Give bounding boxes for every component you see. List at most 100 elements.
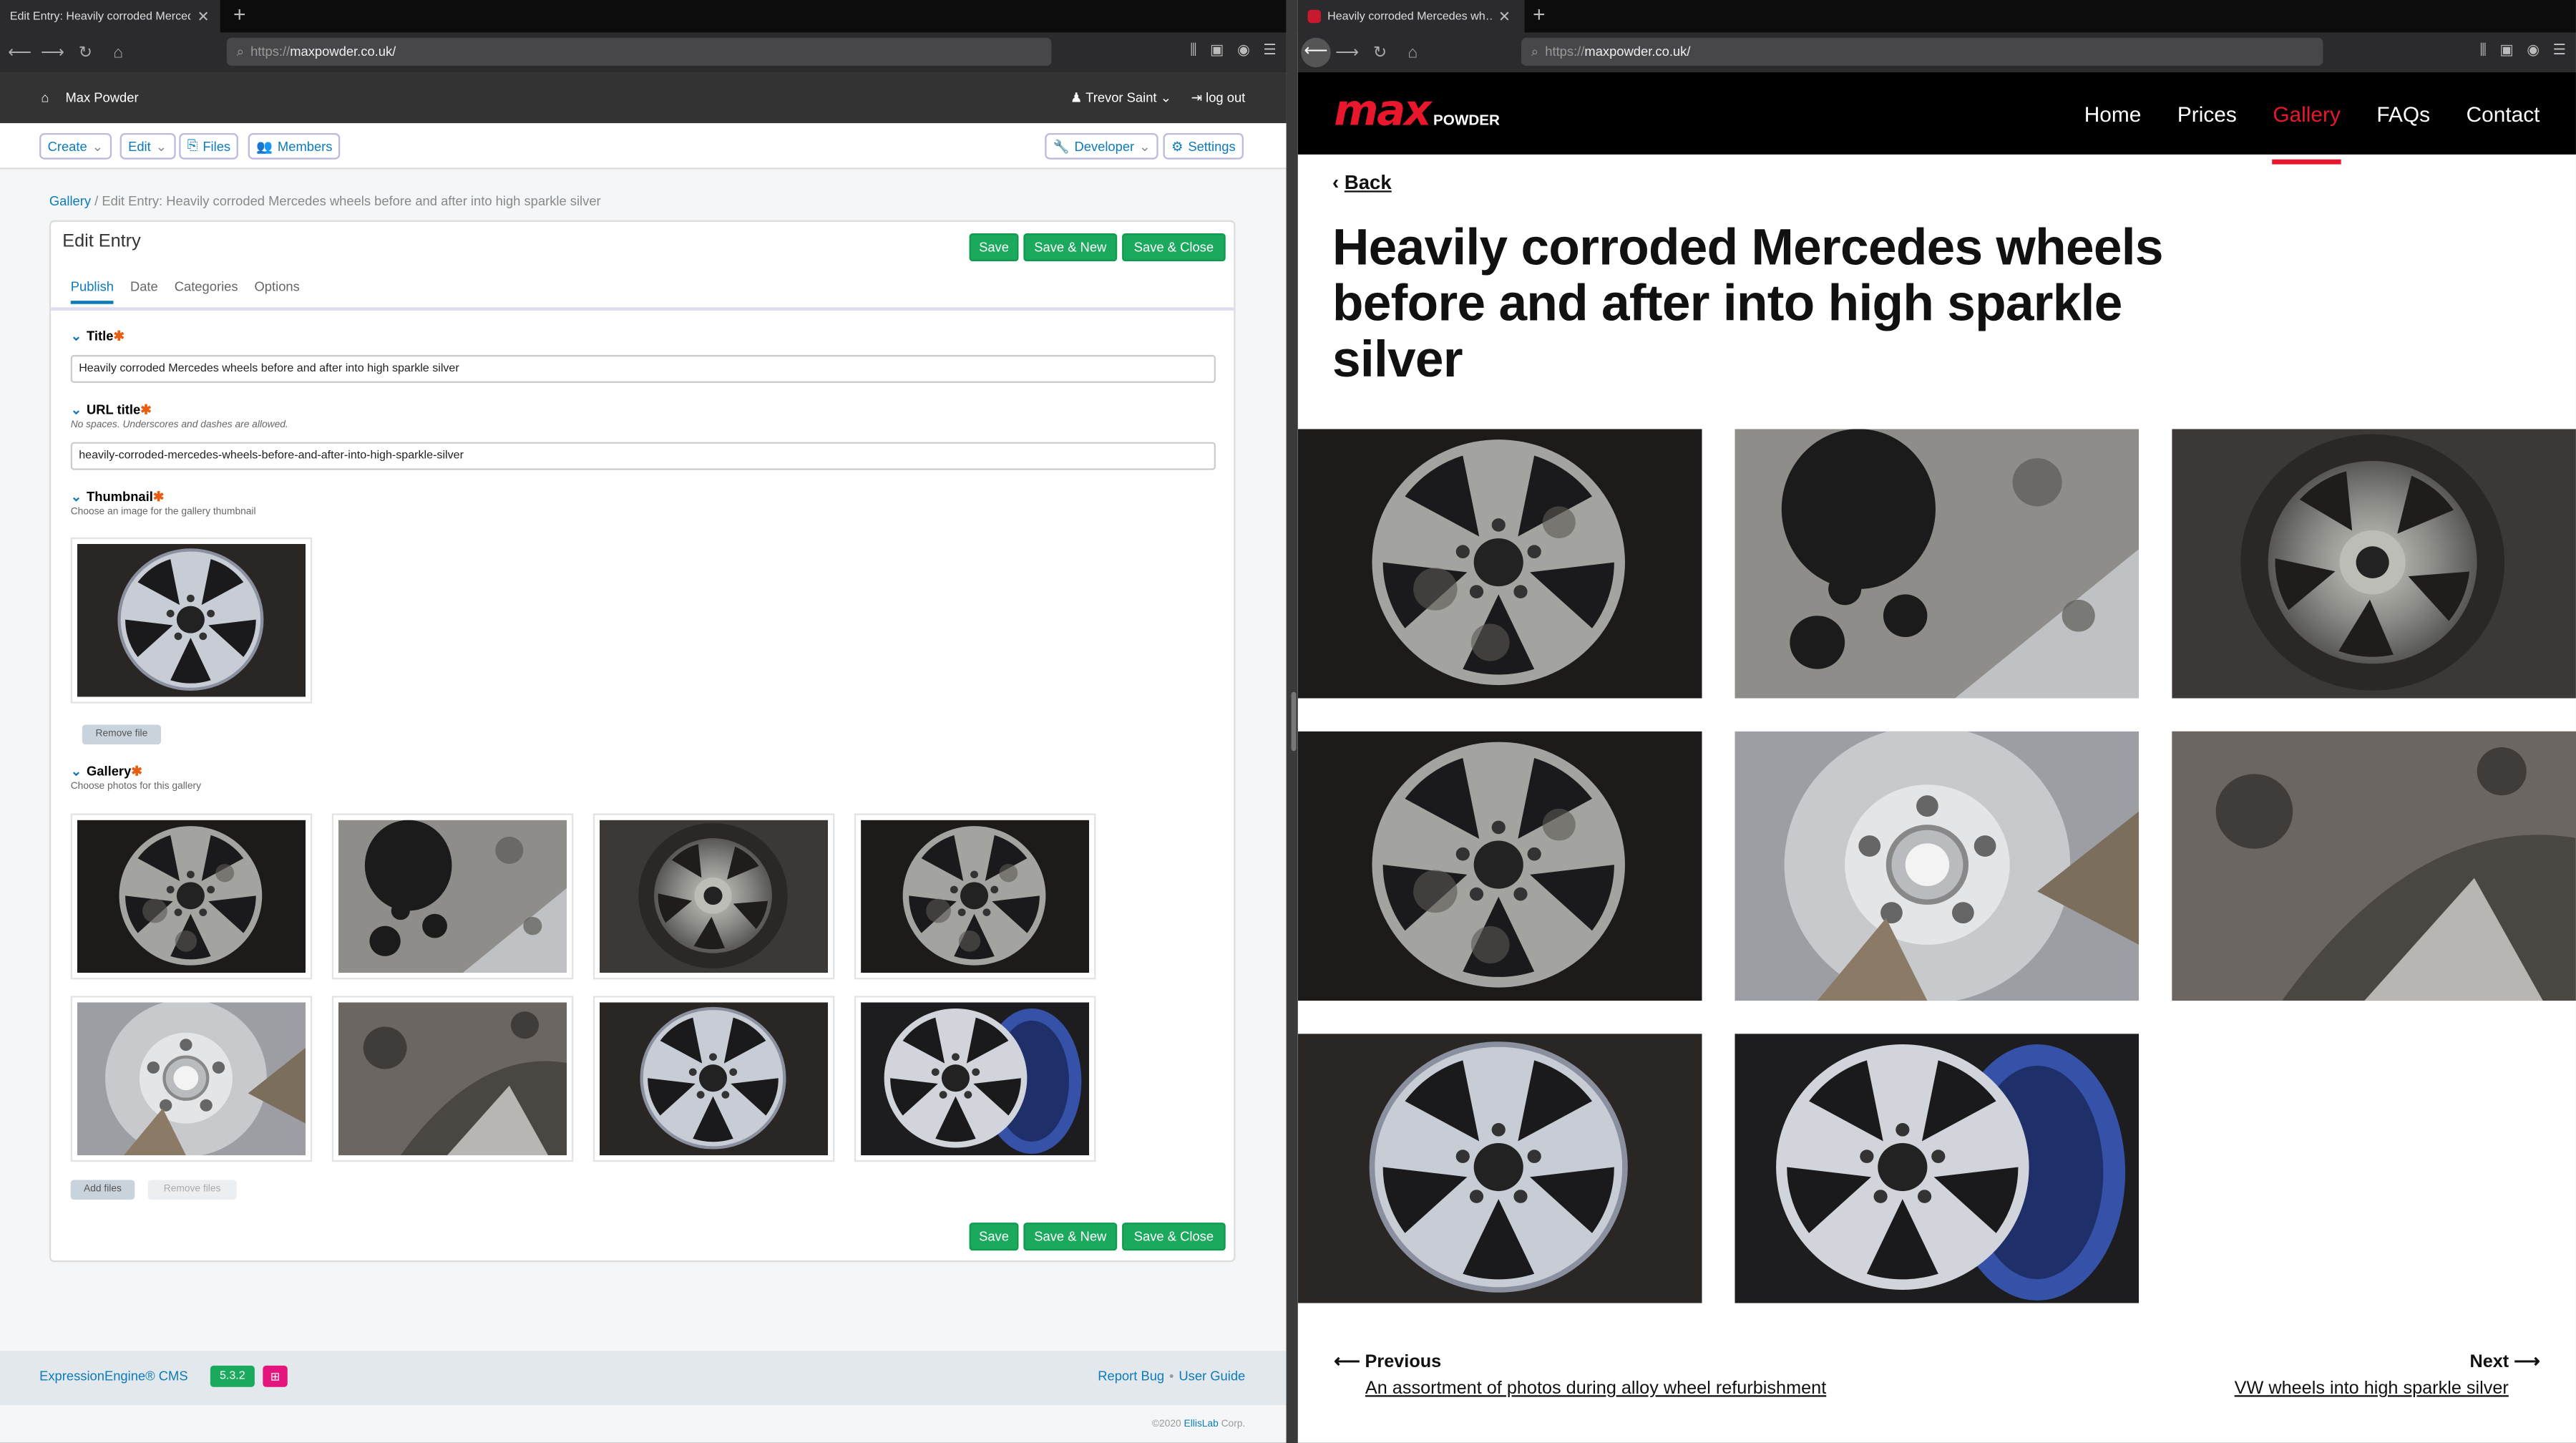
gallery-photo-7[interactable] bbox=[1298, 1034, 1702, 1303]
site-logo[interactable]: max POWDER bbox=[1334, 90, 1500, 133]
library-icon[interactable]: ⫼ bbox=[2479, 41, 2487, 59]
gift-icon[interactable]: ⊞ bbox=[263, 1365, 288, 1387]
gallery-photo-8[interactable] bbox=[1735, 1034, 2139, 1303]
ellislab-link[interactable]: EllisLab bbox=[1184, 1420, 1219, 1430]
reload-icon[interactable]: ↻ bbox=[1364, 44, 1397, 62]
account-icon[interactable]: ◉ bbox=[2527, 41, 2540, 59]
cms-brand-link[interactable]: ExpressionEngine® CMS bbox=[39, 1369, 188, 1384]
favicon-icon bbox=[1307, 9, 1321, 24]
save-close-button[interactable]: Save & Close bbox=[1122, 233, 1226, 262]
gallery-photo-1[interactable] bbox=[1298, 429, 1702, 699]
panel-title: Edit Entry bbox=[62, 231, 141, 252]
thumbnail-image[interactable] bbox=[70, 537, 313, 704]
save-close-button-bottom[interactable]: Save & Close bbox=[1122, 1223, 1226, 1251]
settings-button[interactable]: ⚙ Settings bbox=[1163, 132, 1244, 160]
menu-icon[interactable]: ☰ bbox=[1263, 41, 1277, 59]
close-tab-icon[interactable]: ✕ bbox=[197, 7, 210, 25]
nav-prices[interactable]: Prices bbox=[2177, 101, 2237, 125]
home-icon[interactable]: ⌂ bbox=[1397, 44, 1430, 62]
nav-contact[interactable]: Contact bbox=[2467, 101, 2540, 125]
create-menu[interactable]: Create ⌄ bbox=[39, 132, 112, 160]
sidebar-icon[interactable]: ▣ bbox=[1210, 41, 1224, 59]
cms-header: ⌂ Max Powder ♟ Trevor Saint ⌄ ⇥ log out bbox=[0, 72, 1287, 124]
close-tab-icon[interactable]: ✕ bbox=[1498, 7, 1511, 25]
browser-tab[interactable]: Edit Entry: Heavily corroded Merced… ✕ bbox=[0, 0, 220, 33]
gallery-photo-3[interactable] bbox=[2172, 429, 2576, 699]
previous-link[interactable]: An assortment of photos during alloy whe… bbox=[1365, 1379, 1826, 1399]
report-bug-link[interactable]: Report Bug bbox=[1098, 1369, 1164, 1384]
search-icon: ⌕ bbox=[236, 43, 244, 59]
new-tab-icon[interactable]: + bbox=[233, 2, 245, 26]
save-button-bottom[interactable]: Save bbox=[969, 1223, 1019, 1251]
back-link[interactable]: ‹ Back bbox=[1332, 171, 1392, 194]
reload-icon[interactable]: ↻ bbox=[69, 44, 102, 62]
forward-arrow-icon[interactable]: ⟶ bbox=[1331, 44, 1364, 62]
gallery-photo-4[interactable] bbox=[1298, 732, 1702, 1001]
files-button[interactable]: ⎘ Files bbox=[179, 132, 239, 160]
gallery-thumb-7[interactable] bbox=[592, 996, 835, 1162]
version-badge[interactable]: 5.3.2 bbox=[210, 1365, 255, 1387]
address-bar[interactable]: ⌕ https://maxpowder.co.uk/ bbox=[1521, 37, 2323, 66]
forward-arrow-icon[interactable]: ⟶ bbox=[36, 44, 69, 62]
nav-bar: ⟵ ⟶ ↻ ⌂ ⌕ https://maxpowder.co.uk/ ⫼ ▣ ◉… bbox=[0, 32, 1287, 73]
home-icon[interactable]: ⌂ bbox=[41, 90, 49, 105]
menu-icon[interactable]: ☰ bbox=[2553, 41, 2567, 59]
site-name[interactable]: Max Powder bbox=[65, 90, 138, 105]
gear-icon: ⚙ bbox=[1171, 139, 1184, 154]
url-title-hint: No spaces. Underscores and dashes are al… bbox=[70, 420, 288, 431]
user-guide-link[interactable]: User Guide bbox=[1179, 1369, 1245, 1384]
cms-footer: ExpressionEngine® CMS 5.3.2 ⊞ Report Bug… bbox=[0, 1351, 1287, 1405]
gallery-thumb-2[interactable] bbox=[331, 813, 574, 980]
split-handle[interactable] bbox=[1291, 691, 1297, 752]
gallery-photo-5[interactable] bbox=[1735, 732, 2139, 1001]
tab-categories[interactable]: Categories bbox=[175, 279, 238, 303]
thumbnail-hint: Choose an image for the gallery thumbnai… bbox=[70, 507, 256, 518]
next-entry[interactable]: Next ⟶ VW wheels into high sparkle silve… bbox=[2235, 1351, 2540, 1399]
sidebar-icon[interactable]: ▣ bbox=[2499, 41, 2514, 59]
gallery-thumb-6[interactable] bbox=[331, 996, 574, 1162]
nav-gallery[interactable]: Gallery bbox=[2273, 101, 2341, 164]
remove-file-button[interactable]: Remove file bbox=[82, 724, 161, 745]
gallery-thumb-5[interactable] bbox=[70, 996, 313, 1162]
developer-menu[interactable]: 🔧 Developer ⌄ bbox=[1045, 132, 1158, 160]
account-icon[interactable]: ◉ bbox=[1237, 41, 1250, 59]
tab-options[interactable]: Options bbox=[255, 279, 300, 303]
gallery-photo-2[interactable] bbox=[1735, 429, 2139, 699]
add-files-button[interactable]: Add files bbox=[70, 1180, 135, 1200]
arrow-right-icon: ⟶ bbox=[2514, 1352, 2540, 1373]
new-tab-icon[interactable]: + bbox=[1533, 2, 1545, 26]
browser-tab[interactable]: Heavily corroded Mercedes wh… ✕ bbox=[1297, 0, 1525, 33]
members-button[interactable]: 👥 Members bbox=[248, 132, 341, 160]
site-header: max POWDER Home Prices Gallery FAQs Conta… bbox=[1297, 72, 2576, 164]
tab-date[interactable]: Date bbox=[130, 279, 158, 303]
url-title-input[interactable]: heavily-corroded-mercedes-wheels-before-… bbox=[70, 442, 1216, 470]
files-icon: ⎘ bbox=[187, 137, 198, 153]
library-icon[interactable]: ⫼ bbox=[1190, 41, 1197, 59]
back-arrow-icon[interactable]: ⟵ bbox=[4, 44, 36, 62]
title-input[interactable]: Heavily corroded Mercedes wheels before … bbox=[70, 354, 1216, 383]
toolbar-icons: ⫼ ▣ ◉ ☰ bbox=[1190, 41, 1277, 59]
breadcrumb-current: Edit Entry: Heavily corroded Mercedes wh… bbox=[102, 193, 601, 209]
user-menu[interactable]: ♟ Trevor Saint ⌄ bbox=[1070, 90, 1171, 105]
tab-publish[interactable]: Publish bbox=[70, 279, 114, 304]
logout-link[interactable]: ⇥ log out bbox=[1191, 90, 1246, 105]
gallery-thumb-3[interactable] bbox=[592, 813, 835, 980]
save-new-button-bottom[interactable]: Save & New bbox=[1023, 1223, 1118, 1251]
nav-faqs[interactable]: FAQs bbox=[2376, 101, 2430, 125]
remove-files-button[interactable]: Remove files bbox=[147, 1180, 237, 1200]
back-arrow-icon[interactable]: ⟵ bbox=[1301, 37, 1331, 68]
home-icon[interactable]: ⌂ bbox=[102, 44, 135, 62]
gallery-photo-6[interactable] bbox=[2172, 732, 2576, 1001]
previous-entry[interactable]: ⟵ Previous An assortment of photos durin… bbox=[1334, 1351, 1826, 1399]
nav-home[interactable]: Home bbox=[2084, 101, 2142, 125]
gallery-thumb-4[interactable] bbox=[854, 813, 1096, 980]
edit-menu[interactable]: Edit ⌄ bbox=[119, 132, 175, 160]
breadcrumb-gallery-link[interactable]: Gallery bbox=[49, 194, 91, 209]
next-link[interactable]: VW wheels into high sparkle silver bbox=[2235, 1379, 2509, 1399]
save-new-button[interactable]: Save & New bbox=[1023, 233, 1118, 262]
gallery-thumb-8[interactable] bbox=[854, 996, 1096, 1162]
address-bar[interactable]: ⌕ https://maxpowder.co.uk/ bbox=[226, 37, 1052, 66]
save-button[interactable]: Save bbox=[969, 233, 1019, 262]
title-label: ⌄ Title✱ bbox=[70, 329, 125, 344]
gallery-thumb-1[interactable] bbox=[70, 813, 313, 980]
